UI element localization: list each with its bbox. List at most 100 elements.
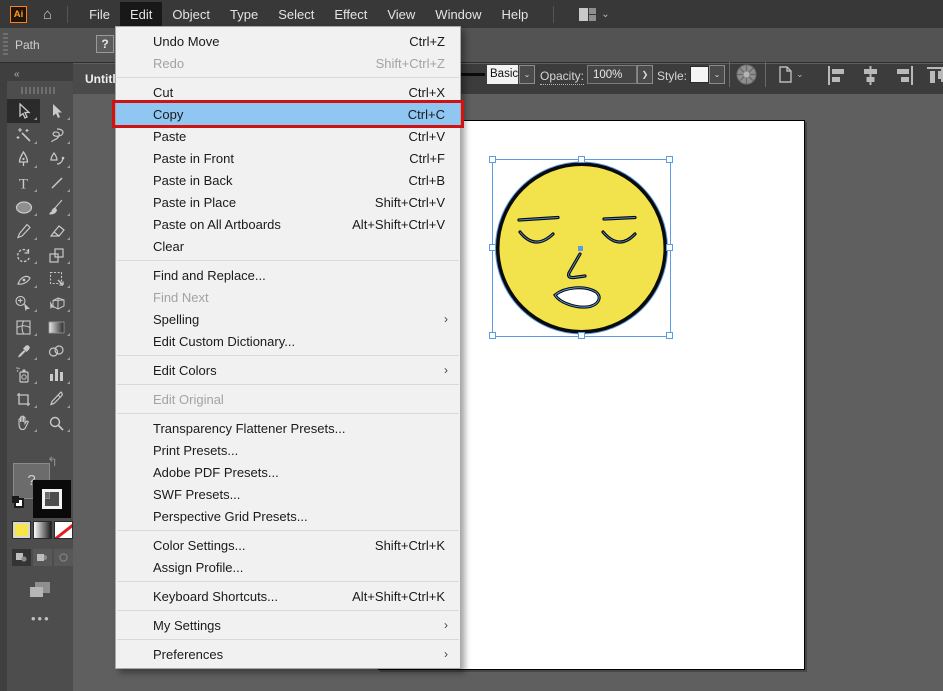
menu-item-print-presets[interactable]: Print Presets... (116, 439, 460, 461)
selection-handle[interactable] (578, 156, 585, 163)
gradient-button[interactable] (33, 521, 52, 539)
menu-item-perspective-grid-presets[interactable]: Perspective Grid Presets... (116, 505, 460, 527)
selection-handle[interactable] (666, 244, 673, 251)
menubar-item-edit[interactable]: Edit (120, 2, 162, 27)
screen-mode-button[interactable] (29, 581, 51, 599)
menu-item-copy[interactable]: CopyCtrl+C (116, 103, 460, 125)
menu-item-clear[interactable]: Clear (116, 235, 460, 257)
menubar-item-object[interactable]: Object (162, 2, 220, 27)
menu-item-swf-presets[interactable]: SWF Presets... (116, 483, 460, 505)
selection-handle[interactable] (666, 156, 673, 163)
menu-item-paste[interactable]: PasteCtrl+V (116, 125, 460, 147)
perspective-tool[interactable] (40, 291, 73, 315)
hand-tool[interactable] (7, 411, 40, 435)
menu-item-assign-profile[interactable]: Assign Profile... (116, 556, 460, 578)
paintbrush-tool[interactable] (40, 195, 73, 219)
brush-dropdown-chevron[interactable]: ⌄ (519, 65, 535, 84)
default-fill-stroke-icon[interactable] (11, 495, 24, 508)
collapse-panel-button[interactable]: « (14, 69, 19, 80)
graph-tool[interactable] (40, 363, 73, 387)
menu-item-spelling[interactable]: Spelling› (116, 308, 460, 330)
align-left-icon[interactable] (827, 66, 846, 85)
symbol-sprayer-tool[interactable] (7, 363, 40, 387)
width-tool[interactable] (7, 267, 40, 291)
eyedropper-tool[interactable] (7, 339, 40, 363)
type-tool[interactable]: T (7, 171, 40, 195)
zoom-tool[interactable] (40, 411, 73, 435)
none-button[interactable] (54, 521, 73, 539)
document-setup-button[interactable]: ⌄ (776, 65, 804, 84)
selection-tool[interactable] (7, 99, 40, 123)
help-button[interactable]: ? (96, 35, 114, 53)
menu-item-my-settings[interactable]: My Settings› (116, 614, 460, 636)
draw-normal-button[interactable] (12, 549, 31, 566)
menu-item-edit-custom-dictionary[interactable]: Edit Custom Dictionary... (116, 330, 460, 352)
home-icon[interactable]: ⌂ (43, 7, 52, 22)
lasso-tool[interactable] (40, 123, 73, 147)
draw-behind-button[interactable] (33, 549, 52, 566)
magic-wand-tool[interactable] (7, 123, 40, 147)
mesh-tool[interactable] (7, 315, 40, 339)
direct-selection-tool[interactable] (40, 99, 73, 123)
shape-builder-tool[interactable] (7, 291, 40, 315)
brush-definition-dropdown[interactable]: Basic (487, 65, 518, 84)
selection-bounding-box[interactable] (493, 160, 670, 336)
blend-tool[interactable] (40, 339, 73, 363)
menu-item-cut[interactable]: CutCtrl+X (116, 81, 460, 103)
pencil-tool[interactable] (7, 219, 40, 243)
menu-item-paste-in-place[interactable]: Paste in PlaceShift+Ctrl+V (116, 191, 460, 213)
ellipse-tool[interactable] (7, 195, 40, 219)
recolor-artwork-icon[interactable] (736, 64, 757, 85)
opacity-label[interactable]: Opacity: (540, 69, 584, 85)
curvature-tool[interactable] (40, 147, 73, 171)
menu-item-edit-colors[interactable]: Edit Colors› (116, 359, 460, 381)
align-center-icon[interactable] (861, 66, 880, 85)
menubar-item-file[interactable]: File (79, 2, 120, 27)
eraser-tool[interactable] (40, 219, 73, 243)
tools-panel-grip[interactable] (21, 87, 57, 94)
menu-item-transparency-flattener-presets[interactable]: Transparency Flattener Presets... (116, 417, 460, 439)
opacity-input[interactable]: 100% (587, 65, 637, 84)
menubar-item-help[interactable]: Help (492, 2, 539, 27)
selection-handle[interactable] (489, 332, 496, 339)
menubar-item-view[interactable]: View (377, 2, 425, 27)
panel-grip[interactable] (3, 33, 8, 57)
stroke-color-swatch[interactable] (33, 480, 71, 518)
selection-handle[interactable] (578, 332, 585, 339)
selection-handle[interactable] (666, 332, 673, 339)
menu-item-undo-move[interactable]: Undo MoveCtrl+Z (116, 30, 460, 52)
menubar-item-effect[interactable]: Effect (324, 2, 377, 27)
menu-item-adobe-pdf-presets[interactable]: Adobe PDF Presets... (116, 461, 460, 483)
selection-handle[interactable] (489, 156, 496, 163)
line-segment-tool[interactable] (40, 171, 73, 195)
menu-item-paste-in-back[interactable]: Paste in BackCtrl+B (116, 169, 460, 191)
align-right-icon[interactable] (895, 66, 914, 85)
menu-item-keyboard-shortcuts[interactable]: Keyboard Shortcuts...Alt+Shift+Ctrl+K (116, 585, 460, 607)
gradient-tool[interactable] (40, 315, 73, 339)
artboard-tool[interactable] (7, 387, 40, 411)
menu-item-find-and-replace[interactable]: Find and Replace... (116, 264, 460, 286)
edit-toolbar-button[interactable]: ••• (31, 611, 51, 626)
free-transform-tool[interactable] (40, 267, 73, 291)
menu-item-color-settings[interactable]: Color Settings...Shift+Ctrl+K (116, 534, 460, 556)
scale-tool[interactable] (40, 243, 73, 267)
menu-item-paste-in-front[interactable]: Paste in FrontCtrl+F (116, 147, 460, 169)
style-swatch[interactable] (690, 66, 709, 83)
rotate-tool[interactable] (7, 243, 40, 267)
workspace-switcher-button[interactable]: ⌄ (579, 8, 609, 21)
vertical-align-center-icon[interactable] (938, 66, 943, 85)
selection-handle[interactable] (489, 244, 496, 251)
menubar-item-window[interactable]: Window (425, 2, 491, 27)
menu-item-preferences[interactable]: Preferences› (116, 643, 460, 665)
color-button[interactable] (12, 521, 31, 539)
opacity-spinner-button[interactable]: ❯ (637, 65, 653, 84)
slice-tool[interactable] (40, 387, 73, 411)
menubar-item-type[interactable]: Type (220, 2, 268, 27)
style-dropdown-chevron[interactable]: ⌄ (709, 65, 725, 84)
menu-item-paste-on-all-artboards[interactable]: Paste on All ArtboardsAlt+Shift+Ctrl+V (116, 213, 460, 235)
menubar-item-select[interactable]: Select (268, 2, 324, 27)
pen-tool[interactable] (7, 147, 40, 171)
illustrator-logo-icon[interactable]: Ai (10, 6, 27, 23)
tool-flyout-indicator (34, 189, 37, 192)
draw-inside-button[interactable] (54, 549, 73, 566)
